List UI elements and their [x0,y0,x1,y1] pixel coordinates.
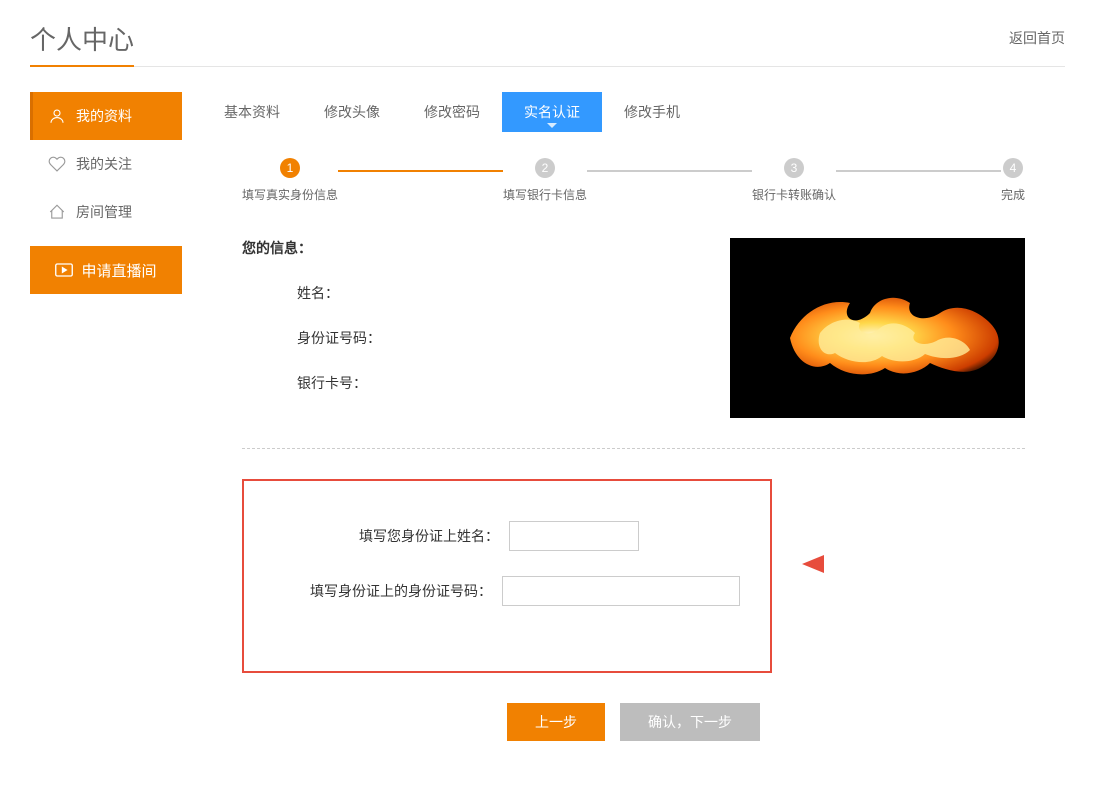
sidebar-item-label: 我的关注 [76,154,132,174]
step-line [587,170,752,172]
camera-icon [55,261,73,279]
step-line [836,170,1001,172]
step-line [338,170,503,172]
step-1: 1 填写真实身份信息 [242,158,338,203]
form-id-label: 填写身份证上的身份证号码： [274,581,492,601]
step-circle: 2 [535,158,555,178]
sidebar: 我的资料 我的关注 房间管理 申请直播间 [30,92,182,766]
apply-live-button[interactable]: 申请直播间 [30,246,182,294]
step-label: 填写银行卡信息 [503,186,587,203]
home-link[interactable]: 返回首页 [1009,28,1065,48]
step-label: 完成 [1001,186,1025,203]
user-icon [48,107,66,125]
next-button[interactable]: 确认，下一步 [620,703,760,741]
info-title: 您的信息： [242,238,381,258]
divider [242,448,1025,449]
prev-button[interactable]: 上一步 [507,703,605,741]
flame-icon [780,278,1010,388]
step-circle: 4 [1003,158,1023,178]
step-label: 银行卡转账确认 [752,186,836,203]
step-4: 4 完成 [1001,158,1025,203]
tab-phone[interactable]: 修改手机 [602,92,702,132]
preview-image [730,238,1025,418]
name-input[interactable] [509,521,639,551]
tab-identity[interactable]: 实名认证 [502,92,602,132]
sidebar-item-room[interactable]: 房间管理 [30,188,182,236]
form-box: 填写您身份证上姓名： 填写身份证上的身份证号码： [242,479,772,673]
arrow-annotation [800,549,1030,582]
sidebar-item-follow[interactable]: 我的关注 [30,140,182,188]
step-circle: 3 [784,158,804,178]
sidebar-item-label: 我的资料 [76,106,132,126]
step-indicator: 1 填写真实身份信息 2 填写银行卡信息 3 银行卡转账确认 [242,158,1025,203]
heart-icon [48,155,66,173]
tab-avatar[interactable]: 修改头像 [302,92,402,132]
name-label: 姓名： [297,283,339,303]
home-icon [48,203,66,221]
tab-password[interactable]: 修改密码 [402,92,502,132]
step-circle: 1 [280,158,300,178]
id-input[interactable] [502,576,740,606]
step-3: 3 银行卡转账确认 [752,158,836,203]
id-label: 身份证号码： [297,328,381,348]
form-name-label: 填写您身份证上姓名： [274,526,499,546]
step-label: 填写真实身份信息 [242,186,338,203]
tabs: 基本资料 修改头像 修改密码 实名认证 修改手机 [202,92,1065,133]
sidebar-item-label: 房间管理 [76,202,132,222]
page-title: 个人中心 [30,20,134,67]
tab-basic[interactable]: 基本资料 [202,92,302,132]
apply-live-label: 申请直播间 [81,260,156,281]
bank-label: 银行卡号： [297,373,367,393]
step-2: 2 填写银行卡信息 [503,158,587,203]
sidebar-item-profile[interactable]: 我的资料 [30,92,182,140]
